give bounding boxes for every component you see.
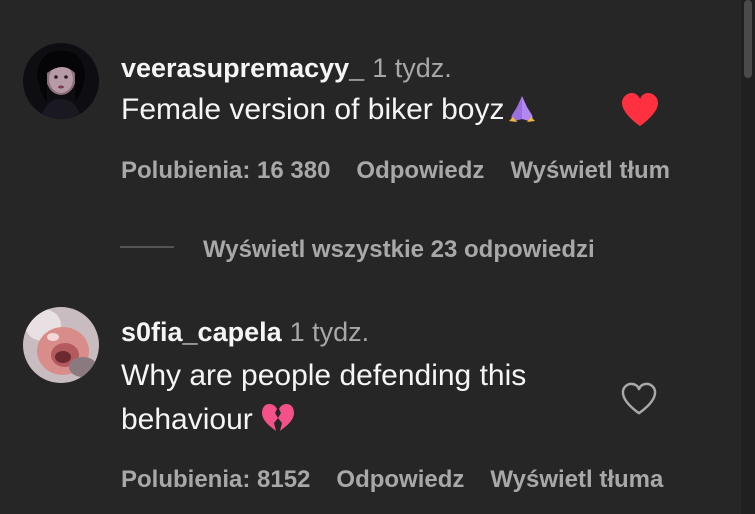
comment-header: veerasupremacyy_ 1 tydz. xyxy=(121,52,452,84)
username[interactable]: s0fia_capela xyxy=(121,317,282,347)
timestamp: 1 tydz. xyxy=(372,53,452,83)
broken-heart-icon xyxy=(261,402,295,446)
heart-filled-icon[interactable] xyxy=(620,92,660,133)
comment-actions: Polubienia: 16 380 Odpowiedz Wyświetl tłum xyxy=(121,157,696,185)
comment-text-body: Female version of biker boyz xyxy=(121,93,505,126)
comment-text: Female version of biker boyz xyxy=(121,88,539,136)
folded-hands-icon xyxy=(505,92,539,136)
avatar-veerasupremacyy[interactable] xyxy=(23,43,99,119)
view-replies-button[interactable]: Wyświetl wszystkie 23 odpowiedzi xyxy=(203,236,595,264)
likes-count[interactable]: Polubienia: 8152 xyxy=(121,466,310,493)
timestamp: 1 tydz. xyxy=(289,317,370,347)
translate-button[interactable]: Wyświetl tłum xyxy=(510,157,670,184)
avatar-s0fia-capela[interactable] xyxy=(23,307,99,383)
translate-button[interactable]: Wyświetl tłuma xyxy=(490,466,663,493)
comment-text-body: behaviour xyxy=(121,403,253,436)
likes-count[interactable]: Polubienia: 16 380 xyxy=(121,157,330,184)
comment-actions: Polubienia: 8152 Odpowiedz Wyświetl tłuma xyxy=(121,466,689,494)
comment-text: Why are people defending this behaviour xyxy=(121,354,526,446)
comment-text-line: Why are people defending this xyxy=(121,359,527,392)
comment-header: s0fia_capela 1 tydz. xyxy=(121,316,369,348)
reply-button[interactable]: Odpowiedz xyxy=(356,157,484,184)
scrollbar-thumb[interactable] xyxy=(744,0,752,78)
heart-outline-icon[interactable] xyxy=(620,382,658,421)
replies-divider xyxy=(120,246,174,248)
username[interactable]: veerasupremacyy_ xyxy=(121,53,364,83)
reply-button[interactable]: Odpowiedz xyxy=(336,466,464,493)
comment-text-line-2: behaviour xyxy=(121,398,526,446)
